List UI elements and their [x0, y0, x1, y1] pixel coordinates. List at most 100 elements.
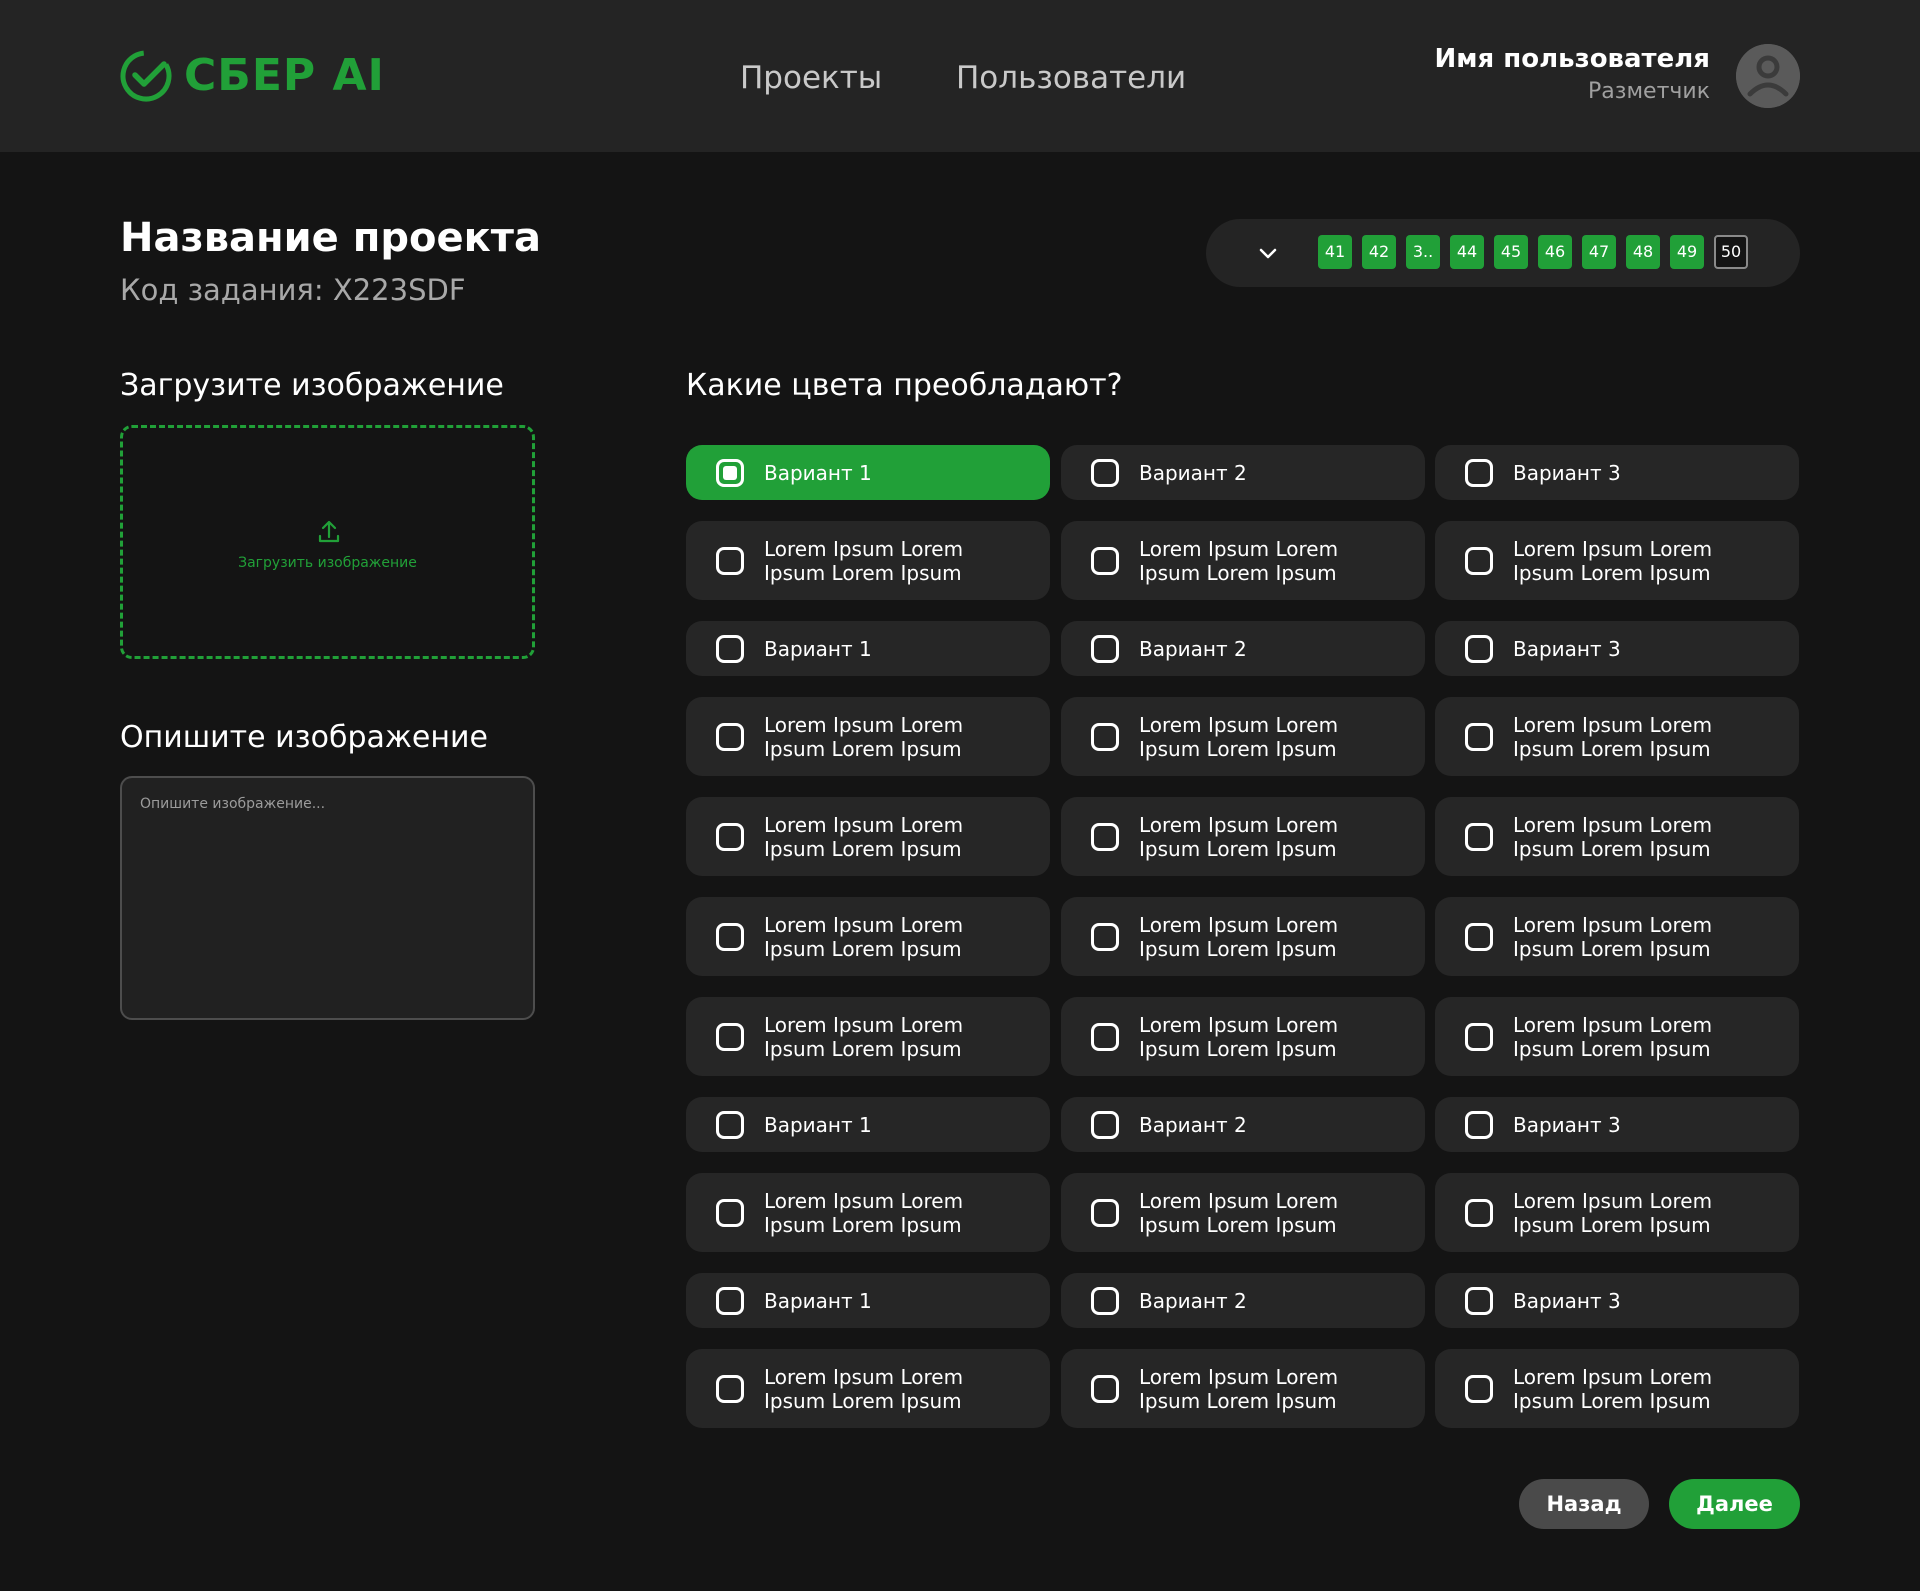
checkbox-icon[interactable]: [1465, 822, 1493, 851]
checkbox-icon[interactable]: [1091, 1198, 1119, 1227]
option-label: Lorem Ipsum Lorem Ipsum Lorem Ipsum: [764, 812, 964, 861]
checkbox-icon[interactable]: [716, 1022, 744, 1051]
answer-option[interactable]: Lorem Ipsum Lorem Ipsum Lorem Ipsum: [1435, 1349, 1799, 1428]
checkbox-icon[interactable]: [716, 922, 744, 951]
answer-option[interactable]: Вариант 2: [1061, 1097, 1425, 1152]
answer-option[interactable]: Lorem Ipsum Lorem Ipsum Lorem Ipsum: [1435, 521, 1799, 600]
page-button[interactable]: 47: [1582, 235, 1616, 269]
checkbox-icon[interactable]: [1465, 1022, 1493, 1051]
answer-option[interactable]: Lorem Ipsum Lorem Ipsum Lorem Ipsum: [686, 1173, 1050, 1252]
checkbox-icon[interactable]: [716, 1374, 744, 1403]
checkbox-icon[interactable]: [1465, 922, 1493, 951]
answer-option[interactable]: Вариант 2: [1061, 621, 1425, 676]
checkbox-icon[interactable]: [1465, 1286, 1493, 1315]
checkbox-icon[interactable]: [1091, 1110, 1119, 1139]
next-button[interactable]: Далее: [1669, 1479, 1800, 1529]
sber-ai-logo[interactable]: СБЕР AI: [118, 48, 385, 104]
checkbox-icon[interactable]: [1091, 1286, 1119, 1315]
checkbox-icon[interactable]: [1091, 634, 1119, 663]
nav-users[interactable]: Пользователи: [956, 56, 1186, 100]
answer-option[interactable]: Lorem Ipsum Lorem Ipsum Lorem Ipsum: [1061, 1173, 1425, 1252]
checkbox-icon[interactable]: [1465, 1110, 1493, 1139]
checkbox-icon[interactable]: [1091, 458, 1119, 487]
answer-option[interactable]: Lorem Ipsum Lorem Ipsum Lorem Ipsum: [1435, 997, 1799, 1076]
answer-option[interactable]: Lorem Ipsum Lorem Ipsum Lorem Ipsum: [1061, 697, 1425, 776]
checkbox-icon[interactable]: [716, 1286, 744, 1315]
answer-option[interactable]: Lorem Ipsum Lorem Ipsum Lorem Ipsum: [1061, 521, 1425, 600]
describe-field[interactable]: [120, 776, 535, 1020]
checkbox-icon[interactable]: [1091, 546, 1119, 575]
option-label: Вариант 3: [1513, 460, 1621, 485]
nav-projects[interactable]: Проекты: [740, 56, 882, 100]
checkbox-icon[interactable]: [1465, 634, 1493, 663]
answer-option[interactable]: Вариант 3: [1435, 1097, 1799, 1152]
checkbox-icon[interactable]: [1091, 1022, 1119, 1051]
option-label: Lorem Ipsum Lorem Ipsum Lorem Ipsum: [1139, 912, 1339, 961]
checkbox-icon[interactable]: [716, 722, 744, 751]
option-label: Lorem Ipsum Lorem Ipsum Lorem Ipsum: [764, 712, 964, 761]
answer-option[interactable]: Lorem Ipsum Lorem Ipsum Lorem Ipsum: [686, 997, 1050, 1076]
page-button[interactable]: 44: [1450, 235, 1484, 269]
option-label: Lorem Ipsum Lorem Ipsum Lorem Ipsum: [1513, 1364, 1713, 1413]
answer-option[interactable]: Lorem Ipsum Lorem Ipsum Lorem Ipsum: [1435, 897, 1799, 976]
checkbox-icon[interactable]: [1091, 922, 1119, 951]
user-role: Разметчик: [1588, 79, 1710, 104]
answer-option[interactable]: Lorem Ipsum Lorem Ipsum Lorem Ipsum: [1061, 797, 1425, 876]
upload-dropzone[interactable]: Загрузить изображение: [120, 425, 535, 659]
checkbox-icon[interactable]: [1091, 722, 1119, 751]
answer-option[interactable]: Вариант 1: [686, 621, 1050, 676]
page-button[interactable]: 46: [1538, 235, 1572, 269]
answer-option[interactable]: Вариант 2: [1061, 445, 1425, 500]
page-button[interactable]: 42: [1362, 235, 1396, 269]
checkbox-icon[interactable]: [1465, 1374, 1493, 1403]
answer-option[interactable]: Lorem Ipsum Lorem Ipsum Lorem Ipsum: [686, 897, 1050, 976]
answer-option[interactable]: Lorem Ipsum Lorem Ipsum Lorem Ipsum: [1435, 697, 1799, 776]
checkbox-icon[interactable]: [1091, 822, 1119, 851]
answer-option[interactable]: Вариант 3: [1435, 445, 1799, 500]
answer-option[interactable]: Вариант 2: [1061, 1273, 1425, 1328]
checkbox-icon[interactable]: [716, 546, 744, 575]
answer-option[interactable]: Lorem Ipsum Lorem Ipsum Lorem Ipsum: [686, 521, 1050, 600]
option-label: Вариант 1: [764, 1288, 872, 1313]
describe-label: Опишите изображение: [120, 720, 488, 755]
answer-option[interactable]: Lorem Ipsum Lorem Ipsum Lorem Ipsum: [1061, 1349, 1425, 1428]
avatar[interactable]: [1736, 44, 1800, 108]
checkbox-icon[interactable]: [1465, 458, 1493, 487]
user-name: Имя пользователя: [1434, 44, 1710, 74]
answer-option[interactable]: Вариант 3: [1435, 1273, 1799, 1328]
answer-option[interactable]: Lorem Ipsum Lorem Ipsum Lorem Ipsum: [1061, 897, 1425, 976]
page-button[interactable]: 3..: [1406, 235, 1440, 269]
checkbox-icon[interactable]: [716, 1198, 744, 1227]
option-label: Вариант 1: [764, 460, 872, 485]
checkbox-icon[interactable]: [716, 822, 744, 851]
page-button[interactable]: 48: [1626, 235, 1660, 269]
checkbox-icon[interactable]: [716, 634, 744, 663]
chevron-down-icon[interactable]: [1254, 239, 1282, 267]
page-button[interactable]: 50: [1714, 235, 1748, 269]
answer-option[interactable]: Lorem Ipsum Lorem Ipsum Lorem Ipsum: [686, 1349, 1050, 1428]
answer-option[interactable]: Lorem Ipsum Lorem Ipsum Lorem Ipsum: [1435, 797, 1799, 876]
answer-option[interactable]: Вариант 1: [686, 1097, 1050, 1152]
checkbox-icon[interactable]: [1091, 1374, 1119, 1403]
option-label: Lorem Ipsum Lorem Ipsum Lorem Ipsum: [1139, 812, 1339, 861]
option-label: Вариант 2: [1139, 1112, 1247, 1137]
page-button[interactable]: 45: [1494, 235, 1528, 269]
checkbox-icon[interactable]: [716, 1110, 744, 1139]
answer-option[interactable]: Lorem Ipsum Lorem Ipsum Lorem Ipsum: [686, 697, 1050, 776]
checkbox-icon[interactable]: [1465, 546, 1493, 575]
answer-option[interactable]: Lorem Ipsum Lorem Ipsum Lorem Ipsum: [686, 797, 1050, 876]
answer-option[interactable]: Вариант 3: [1435, 621, 1799, 676]
page-button[interactable]: 41: [1318, 235, 1352, 269]
answer-option[interactable]: Lorem Ipsum Lorem Ipsum Lorem Ipsum: [1435, 1173, 1799, 1252]
checkbox-icon[interactable]: [716, 458, 744, 487]
option-label: Вариант 3: [1513, 636, 1621, 661]
option-label: Lorem Ipsum Lorem Ipsum Lorem Ipsum: [764, 1364, 964, 1413]
option-label: Lorem Ipsum Lorem Ipsum Lorem Ipsum: [1513, 912, 1713, 961]
back-button[interactable]: Назад: [1519, 1479, 1649, 1529]
page-button[interactable]: 49: [1670, 235, 1704, 269]
checkbox-icon[interactable]: [1465, 1198, 1493, 1227]
answer-option[interactable]: Вариант 1: [686, 1273, 1050, 1328]
checkbox-icon[interactable]: [1465, 722, 1493, 751]
answer-option[interactable]: Вариант 1: [686, 445, 1050, 500]
answer-option[interactable]: Lorem Ipsum Lorem Ipsum Lorem Ipsum: [1061, 997, 1425, 1076]
